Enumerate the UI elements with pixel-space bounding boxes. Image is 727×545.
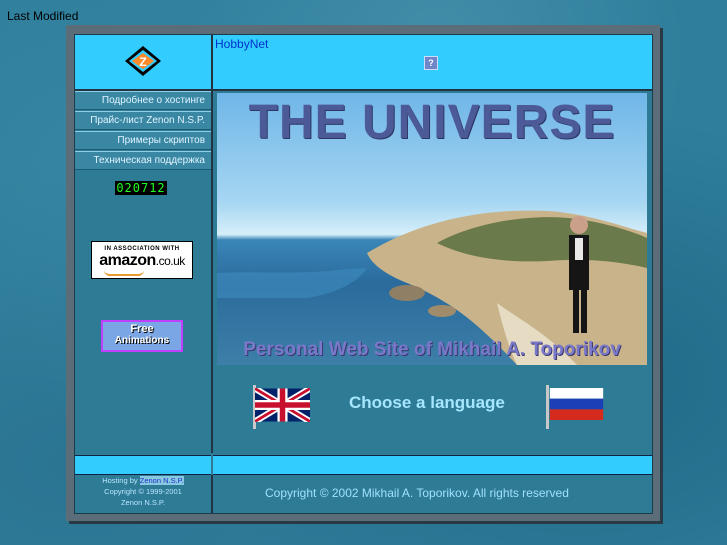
sidebar-item-script-examples[interactable]: Примеры скриптов [75,131,211,150]
amazon-smile-icon [104,270,144,276]
help-button[interactable]: ? [424,56,438,70]
choose-language-text: Choose a language [349,393,505,412]
free-animations-banner[interactable]: Free Animations [101,320,183,352]
russia-flag-icon[interactable] [548,388,605,420]
hobbynet-banner: HobbyNet ? [213,35,652,91]
last-modified-label: Last Modified [7,9,79,23]
content-frame: Z HobbyNet ? Подробнее о хостинге Прайс-… [74,34,653,514]
hosting-prefix: Hosting by [102,476,138,485]
main-content: THE UNIVERSE Personal Web Site of Mikhai… [213,91,652,453]
free-animations-line1: Free [130,323,154,335]
sidebar-item-label: Техническая поддержка [93,155,205,166]
hero-title: THE UNIVERSE [248,96,616,149]
zenon-logo-icon[interactable]: Z [123,44,163,78]
logo-cell: Z [75,35,213,91]
sidebar-item-hosting-details[interactable]: Подробнее о хостинге [75,91,211,110]
free-animations-line2: Animations [114,335,170,346]
uk-flag-icon[interactable] [255,388,310,422]
amazon-brand: amazon.co.uk [99,252,185,269]
footer-hosting-info: Hosting by Zenon N.S.P. Copyright © 1999… [75,475,213,513]
hobbynet-title[interactable]: HobbyNet [215,37,268,51]
sidebar-item-label: Примеры скриптов [117,135,205,146]
footer-divider-right [213,455,652,475]
company-name: Zenon N.S.P. [120,498,166,507]
copyright-left: Copyright © 1999-2001 [104,487,182,496]
sidebar-item-label: Подробнее о хостинге [101,95,205,106]
hosting-line: Hosting by Zenon N.S.P. [75,475,211,486]
hero-subtitle: Personal Web Site of Mikhail A. Toporiko… [243,339,621,360]
page-frame: Z HobbyNet ? Подробнее о хостинге Прайс-… [66,25,660,521]
footer-copyright: Copyright © 2002 Mikhail A. Toporikov. A… [213,475,652,513]
hit-counter: 020712 [115,181,167,195]
sidebar-item-label: Прайс-лист Zenon N.S.P. [90,115,205,126]
sidebar-item-support[interactable]: Техническая поддержка [75,151,211,170]
hero-image: THE UNIVERSE Personal Web Site of Mikhai… [217,93,647,365]
amazon-associate-banner[interactable]: IN ASSOCIATION WITH amazon.co.uk [91,241,193,279]
language-selector: Choose a language [213,371,652,451]
sidebar: Подробнее о хостинге Прайс-лист Zenon N.… [75,91,213,453]
svg-text:Z: Z [139,55,146,69]
footer-divider-left [75,455,211,475]
hosting-link[interactable]: Zenon N.S.P. [139,476,184,485]
sidebar-item-price-list[interactable]: Прайс-лист Zenon N.S.P. [75,111,211,130]
copyright-right: Copyright © 2002 Mikhail A. Toporikov. A… [265,486,569,500]
